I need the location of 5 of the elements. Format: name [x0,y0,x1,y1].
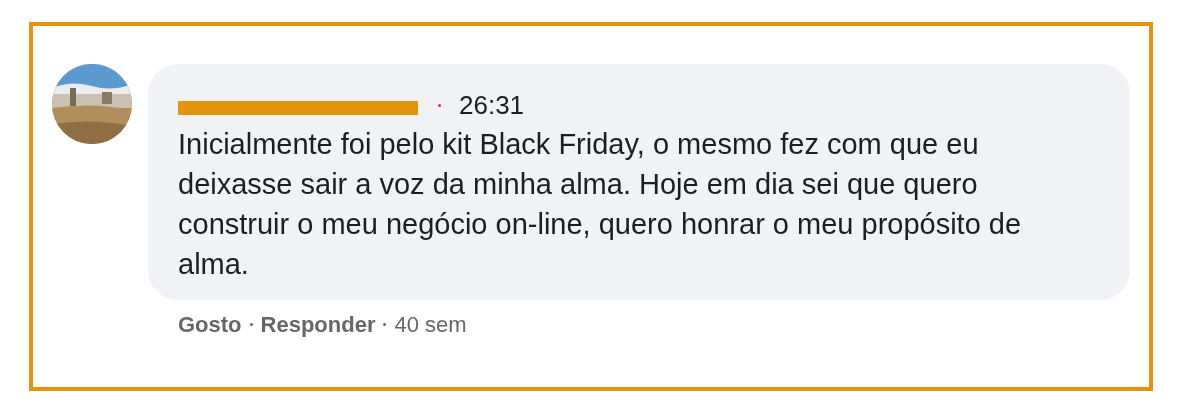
comment-text: Inicialmente foi pelo kit Black Friday, o mesmo fez com que eu deixasse sair a voz da minha alma. Hoje em dia sei que quero construir o meu negócio on-line, quero honrar o meu propósito de alma. [178,127,1023,282]
comment-age: 40 sem [394,311,467,339]
comment-time: 26:31 [459,88,525,122]
action-link[interactable]: Gosto [178,308,242,341]
action-link[interactable]: Responder [260,308,376,341]
